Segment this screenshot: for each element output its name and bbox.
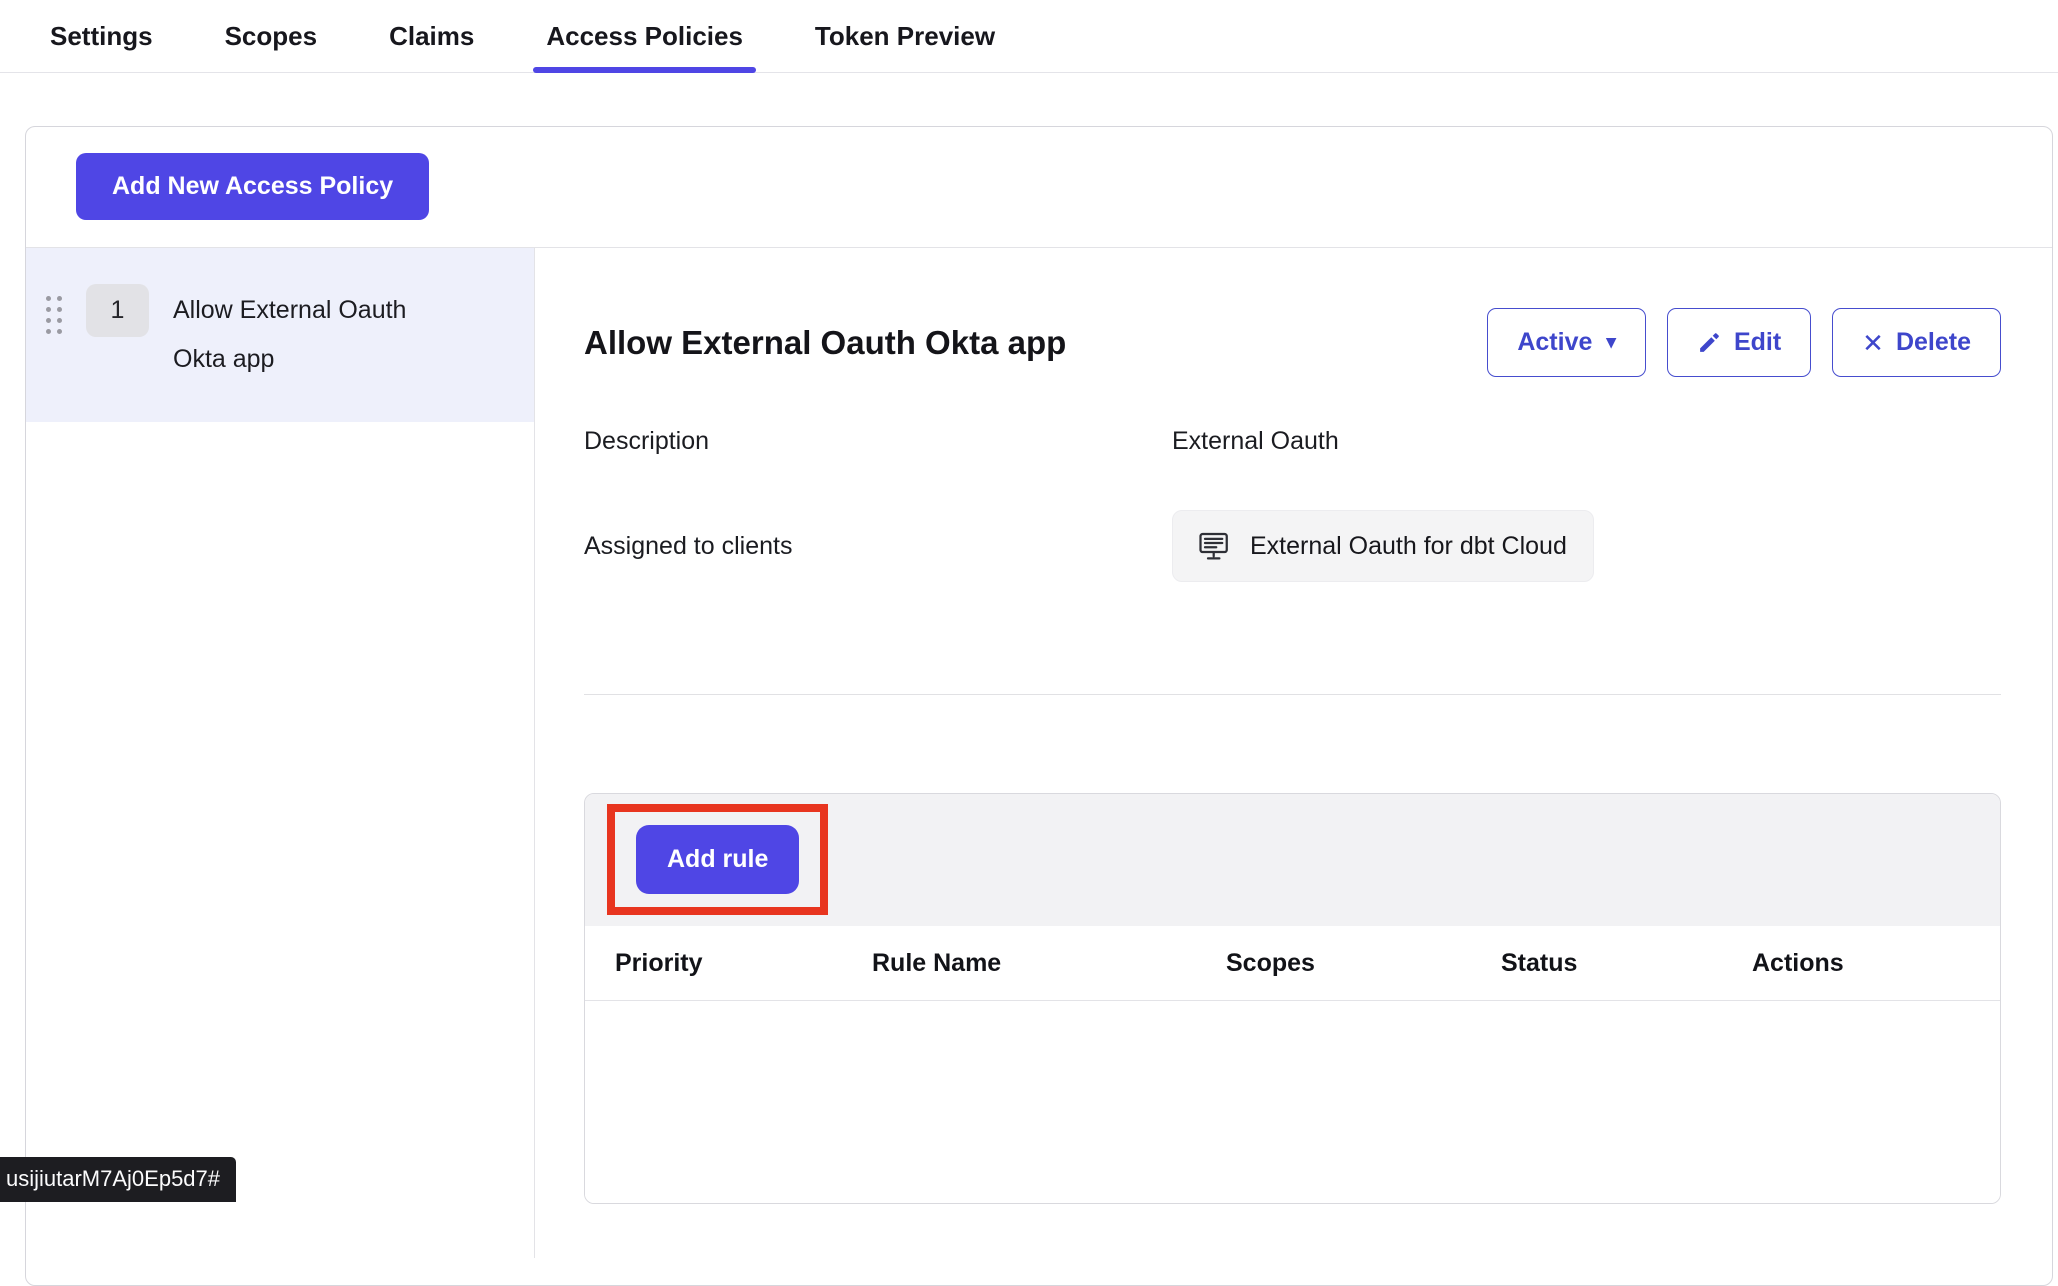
- panel-header: Add New Access Policy: [26, 127, 2052, 248]
- panel-body: 1 Allow External Oauth Okta app Allow Ex…: [26, 248, 2052, 1258]
- add-new-access-policy-button[interactable]: Add New Access Policy: [76, 153, 429, 220]
- status-dropdown-label: Active: [1517, 328, 1592, 357]
- edit-button-label: Edit: [1734, 328, 1781, 357]
- delete-button[interactable]: ✕ Delete: [1832, 308, 2001, 377]
- tab-token-preview[interactable]: Token Preview: [802, 0, 1008, 72]
- monitor-icon: [1199, 532, 1235, 561]
- description-value: External Oauth: [1172, 427, 1339, 456]
- close-icon: ✕: [1862, 330, 1884, 356]
- assigned-clients-row: Assigned to clients External Oauth for d…: [584, 510, 2001, 582]
- description-label: Description: [584, 427, 1172, 456]
- policy-actions: Active ▾ Edit ✕ De: [1487, 308, 2001, 377]
- column-header-scopes: Scopes: [1226, 949, 1501, 978]
- rules-table-header: Priority Rule Name Scopes Status Actions: [585, 926, 2000, 1001]
- rules-section: Add rule Priority Rule Name Scopes Statu…: [584, 793, 2001, 1204]
- rules-table-empty-body: [585, 1001, 2000, 1203]
- delete-button-label: Delete: [1896, 328, 1971, 357]
- column-header-status: Status: [1501, 949, 1752, 978]
- section-divider: [584, 694, 2001, 695]
- add-rule-button[interactable]: Add rule: [636, 825, 799, 894]
- assigned-clients-label: Assigned to clients: [584, 532, 1172, 561]
- access-policies-panel: Add New Access Policy 1 Allow External O…: [25, 126, 2053, 1286]
- policy-title: Allow External Oauth Okta app: [584, 324, 1487, 362]
- rules-toolbar: Add rule: [585, 794, 2000, 926]
- policy-list-item[interactable]: 1 Allow External Oauth Okta app: [26, 248, 534, 422]
- pencil-icon: [1697, 330, 1722, 355]
- tab-scopes[interactable]: Scopes: [212, 0, 331, 72]
- policy-detail-header: Allow External Oauth Okta app Active ▾: [584, 308, 2001, 377]
- drag-handle-icon[interactable]: [46, 296, 62, 334]
- column-header-actions: Actions: [1752, 949, 2000, 978]
- client-chip: External Oauth for dbt Cloud: [1172, 510, 1594, 582]
- url-preview-tooltip: usijiutarM7Aj0Ep5d7#: [0, 1157, 236, 1202]
- tab-access-policies[interactable]: Access Policies: [533, 0, 756, 72]
- tab-claims[interactable]: Claims: [376, 0, 487, 72]
- policy-detail: Allow External Oauth Okta app Active ▾: [535, 248, 2052, 1258]
- tab-settings[interactable]: Settings: [37, 0, 166, 72]
- tab-bar: Settings Scopes Claims Access Policies T…: [0, 0, 2058, 73]
- chevron-down-icon: ▾: [1606, 331, 1616, 354]
- description-row: Description External Oauth: [584, 427, 2001, 456]
- column-header-priority: Priority: [615, 949, 872, 978]
- column-header-rule-name: Rule Name: [872, 949, 1226, 978]
- edit-button[interactable]: Edit: [1667, 308, 1811, 377]
- policy-item-label: Allow External Oauth Okta app: [173, 286, 458, 384]
- annotation-highlight: Add rule: [607, 804, 828, 915]
- policy-order-badge: 1: [86, 284, 149, 337]
- policy-list: 1 Allow External Oauth Okta app: [26, 248, 535, 1258]
- client-chip-label: External Oauth for dbt Cloud: [1250, 532, 1567, 561]
- status-dropdown-button[interactable]: Active ▾: [1487, 308, 1646, 377]
